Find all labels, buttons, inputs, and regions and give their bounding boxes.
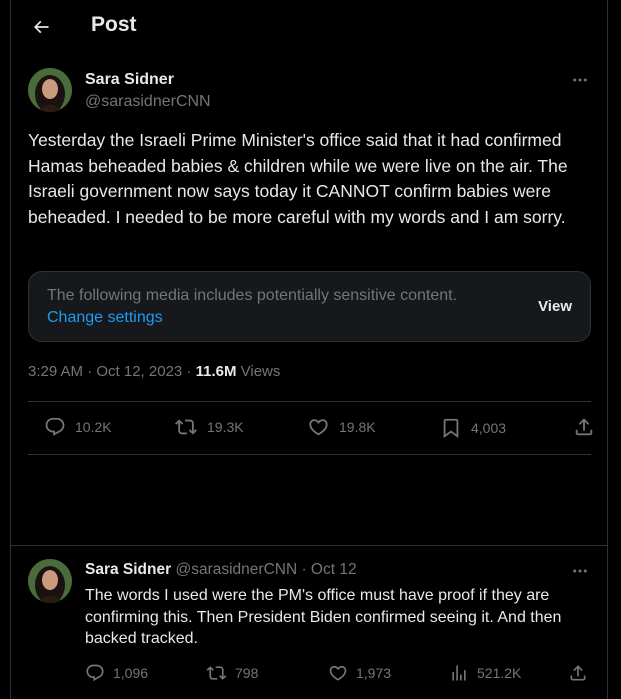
reply-reply-count: 1,096 [113,665,149,681]
reply-like-button[interactable]: 1,973 [328,663,391,683]
more-options-button[interactable] [568,70,592,90]
reply-button[interactable]: 10.2K [44,416,112,438]
divider [28,454,591,455]
avatar[interactable] [28,68,72,112]
reply-author-name[interactable]: Sara Sidner [85,561,171,578]
arrow-left-icon [33,20,49,34]
share-icon [570,665,586,681]
reply-handle-date[interactable]: @sarasidnerCNN · Oct 12 [175,561,356,578]
repost-button[interactable]: 19.3K [174,416,244,438]
reply-count: 10.2K [75,419,112,435]
reply-header: Sara Sidner @sarasidnerCNN · Oct 12 [85,561,357,579]
views-label: Views [236,363,281,380]
reply-avatar[interactable] [28,559,72,603]
reply-tweet[interactable]: Sara Sidner @sarasidnerCNN · Oct 12 The … [11,545,607,699]
sensitive-media-notice: The following media includes potentially… [28,271,591,342]
bookmark-icon [443,418,459,439]
heart-icon [329,665,347,681]
reply-views-count: 521.2K [477,665,522,681]
heart-icon [309,419,328,436]
post-page: Post Sara Sidner @sarasidnerCNN Yesterda… [10,0,608,699]
share-icon [575,418,593,436]
views-count: 11.6M [195,363,237,380]
tweet-meta: 3:29 AM · Oct 12, 2023 · 11.6M Views [28,363,280,380]
more-horizontal-icon [573,78,587,82]
page-header: Post [11,0,607,54]
like-button[interactable]: 19.8K [307,416,376,438]
reply-repost-button[interactable]: 798 [206,663,258,683]
sensitive-notice-text: The following media includes potentially… [47,287,458,304]
share-button[interactable] [573,416,595,438]
reply-reply-button[interactable]: 1,096 [85,663,148,683]
comment-icon [86,664,104,682]
reply-repost-count: 798 [235,665,259,681]
reply-like-count: 1,973 [356,665,392,681]
reply-text: The words I used were the PM's office mu… [85,587,562,647]
back-button[interactable] [28,14,54,40]
page-title: Post [91,13,137,36]
like-count: 19.8K [339,419,376,435]
reply-share-button[interactable] [568,663,588,683]
view-media-button[interactable]: View [538,298,572,315]
author-handle[interactable]: @sarasidnerCNN [85,93,211,111]
bookmark-count: 4,003 [471,420,507,436]
comment-icon [45,417,65,436]
reply-actions: 1,096 798 1,973 521.2K [85,663,595,687]
author-name[interactable]: Sara Sidner [85,71,174,89]
tweet-actions: 10.2K 19.3K 19.8K 4,003 [28,402,593,454]
bookmark-button[interactable]: 4,003 [440,416,506,440]
tweet-text: Yesterday the Israeli Prime Minister's o… [28,130,568,227]
reply-more-options-button[interactable] [568,561,592,581]
analytics-icon [452,665,466,681]
repost-icon [206,666,227,680]
repost-count: 19.3K [207,419,244,435]
timestamp[interactable]: 3:29 AM · Oct 12, 2023 · [28,363,196,380]
change-settings-link[interactable]: Change settings [47,309,163,327]
reply-views-button[interactable]: 521.2K [449,663,521,683]
repost-icon [175,419,197,435]
more-horizontal-icon [573,569,587,573]
